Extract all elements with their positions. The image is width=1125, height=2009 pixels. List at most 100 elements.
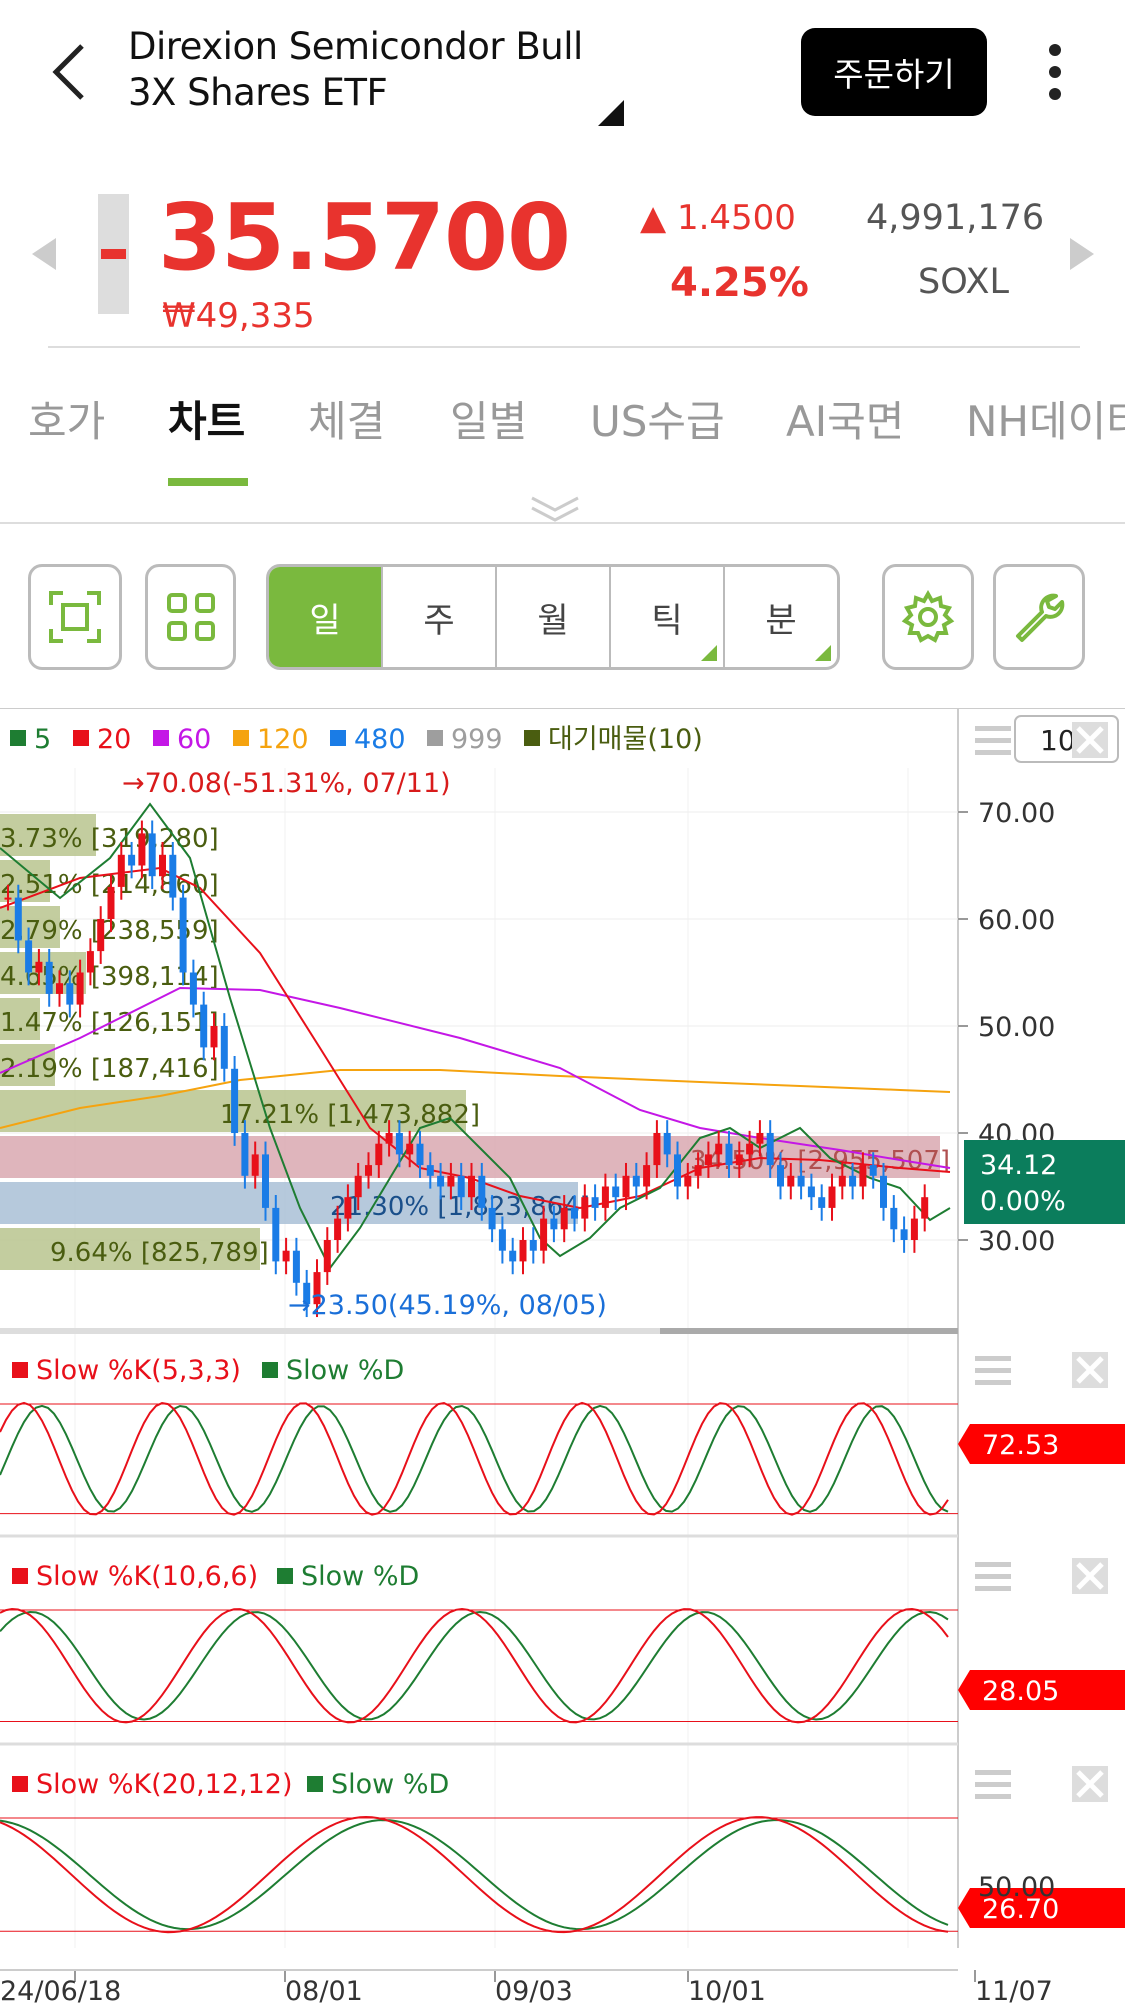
fullscreen-icon [49,591,101,643]
scroll-thumb[interactable] [660,1328,958,1334]
tab-ai-phase[interactable]: AI국면 [786,388,904,449]
prev-stock-icon[interactable] [28,236,58,272]
dropdown-corner-icon [815,645,831,661]
period-tick-label: 틱 [651,600,683,641]
tab-orderbook[interactable]: 호가 [28,388,105,449]
legend-swatch [73,730,89,746]
candle-body [468,1175,475,1198]
candle-body [385,1133,393,1144]
candle-body [828,1186,836,1208]
tab-daily[interactable]: 일별 [450,388,527,449]
period-month[interactable]: 월 [497,567,611,667]
volume-profile-label: 3.73% [319,280] [0,824,219,854]
legend-swatch [524,730,540,746]
candle-body [715,1143,723,1155]
candle-body [746,1143,754,1155]
candle-body [426,1165,434,1176]
period-tick[interactable]: 틱 [611,567,725,667]
price-chart[interactable]: 5 20 60 120 480 999 대기매물(10) 100 3.73% [319,28… [0,708,1125,2009]
price-direction-indicator [98,194,129,314]
tab-us-flow[interactable]: US수급 [590,388,725,449]
panel-menu-icon-bar [975,1562,1011,1567]
panel-menu-icon-bar [975,1770,1011,1775]
candle-body [76,972,84,1005]
price-change: ▲ 1.4500 [640,198,796,238]
candle-body [756,1133,764,1144]
next-stock-icon[interactable] [1068,236,1098,272]
candle-body [622,1175,630,1198]
stoch-value: 28.05 [982,1676,1059,1707]
close-icon[interactable] [1072,722,1108,758]
panel-menu-icon-bar [975,1574,1011,1579]
active-tab-indicator [168,478,248,486]
candle-body [457,1175,465,1198]
period-minute-label: 분 [765,600,797,641]
candle-body [86,951,94,973]
fullscreen-button[interactable] [28,564,122,670]
candle-body [900,1229,908,1240]
page-title[interactable]: Direxion Semicondor Bull 3X Shares ETF [128,24,583,116]
stoch-k-swatch [12,1362,28,1378]
candle-body [921,1197,929,1219]
candle-body [262,1154,269,1208]
stoch-d-label: Slow %D [301,1561,419,1592]
candle-body [498,1229,506,1251]
tab-chart[interactable]: 차트 [168,388,245,449]
period-week[interactable]: 주 [383,567,497,667]
period-minute[interactable]: 분 [725,567,837,667]
legend-swatch [10,730,26,746]
panel-menu-icon[interactable] [975,726,1011,755]
order-button[interactable]: 주문하기 [801,28,987,116]
candle-body [890,1207,898,1230]
title-dropdown-icon[interactable] [598,100,624,126]
candle-body [735,1154,743,1166]
title-line-2: 3X Shares ETF [128,71,388,114]
settings-button[interactable] [882,564,974,670]
candle-body [117,854,125,887]
y-tick-label: 60.00 [978,905,1055,936]
candle-body [189,972,197,1005]
tools-button[interactable] [993,564,1085,670]
stoch-d-label: Slow %D [286,1355,404,1386]
candle-body [56,983,63,994]
period-selector: 일 주 월 틱 분 [266,564,840,670]
candle-body [519,1240,527,1262]
candle-body [869,1165,877,1176]
candle-body [128,854,136,866]
ma-legend: 5 20 60 120 480 999 대기매물(10) [10,724,703,755]
candle-body [612,1186,620,1198]
back-arrow-icon[interactable] [50,42,90,102]
panel-menu-icon-bar [975,1380,1011,1385]
panel-menu-icon-bar [975,1356,1011,1361]
candle-body [375,1143,383,1166]
candle-body [509,1250,517,1262]
more-menu-icon[interactable] [1042,42,1068,102]
high-annotation: →70.08(-51.31%, 07/11) [122,768,451,799]
volume: 4,991,176 [866,198,1045,238]
candle-body [591,1197,599,1208]
stoch-value: 72.53 [982,1430,1059,1461]
candle-body [684,1175,692,1187]
grid-icon [166,593,215,641]
layout-grid-button[interactable] [145,564,236,670]
legend-label: 대기매물(10) [548,724,703,755]
tab-nh-data[interactable]: NH데이터 [966,388,1125,449]
x-tick-label: 11/07 [975,1976,1053,2007]
candle-body [107,886,115,919]
candle-body [674,1154,681,1187]
candle-body [138,833,146,866]
panel-menu-icon-bar [975,1586,1011,1591]
legend-label: 60 [177,724,211,755]
expand-chevron-icon[interactable] [530,494,580,524]
candle-body [550,1218,558,1230]
low-annotation: →23.50(45.19%, 08/05) [288,1290,607,1321]
candle-body [323,1240,331,1273]
candle-body [148,833,156,877]
current-price-badge-pct: 0.00% [980,1186,1066,1217]
stoch-d-swatch [307,1776,323,1792]
candle-body [200,1004,208,1048]
candle-body [210,1026,218,1048]
period-day[interactable]: 일 [269,567,383,667]
tab-trades[interactable]: 체결 [308,388,385,449]
stoch-k-label: Slow %K(20,12,12) [36,1769,293,1800]
